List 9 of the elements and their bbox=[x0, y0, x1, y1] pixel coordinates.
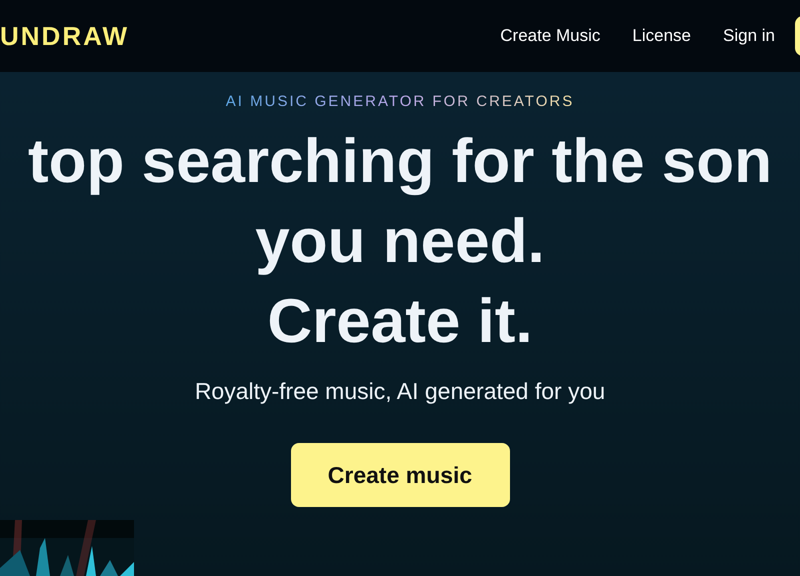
headline: top searching for the son bbox=[28, 126, 772, 198]
create-music-button[interactable]: Create music bbox=[290, 443, 510, 507]
subtitle: Royalty-free music, AI generated for you bbox=[194, 376, 606, 406]
nav-link[interactable]: Create Music bbox=[500, 23, 600, 49]
headline: you need. bbox=[255, 206, 545, 278]
headline: Create it. bbox=[267, 286, 533, 358]
nav-link[interactable]: License bbox=[632, 23, 692, 49]
logo[interactable]: UNDRAW bbox=[0, 16, 129, 56]
nav-link[interactable]: Sign in bbox=[723, 23, 775, 49]
